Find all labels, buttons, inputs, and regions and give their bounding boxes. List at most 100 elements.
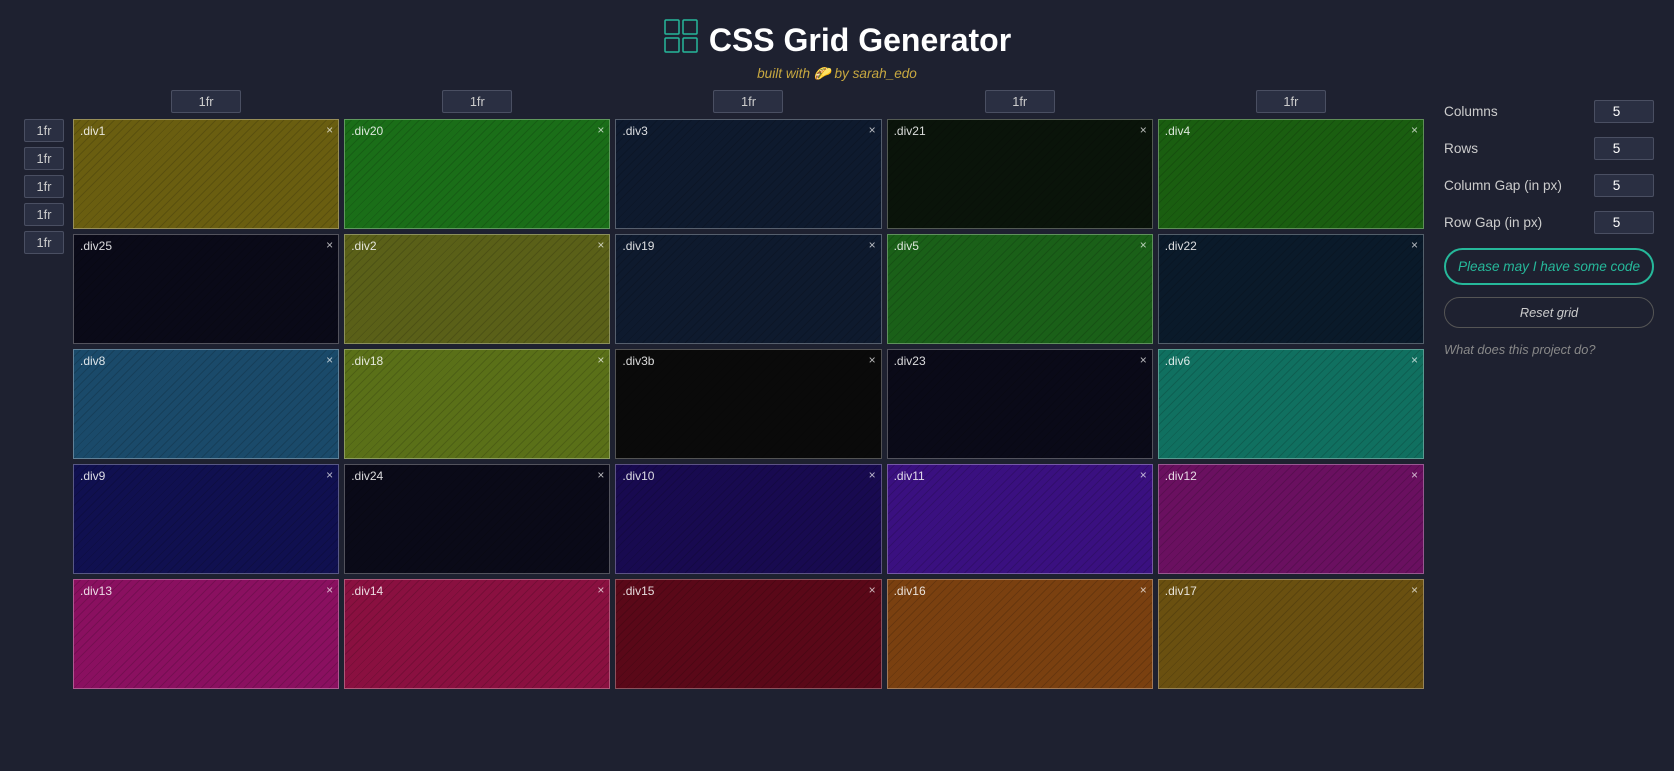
what-does-link[interactable]: What does this project do?	[1444, 342, 1654, 357]
col-gap-label: Column Gap (in px)	[1444, 178, 1562, 193]
grid-cell-div20[interactable]: .div20 ×	[344, 119, 610, 229]
cell-label-div10: .div10	[622, 469, 654, 483]
grid-cell-div8[interactable]: .div8 ×	[73, 349, 339, 459]
cell-label-div21: .div21	[894, 124, 926, 138]
grid-cell-div5[interactable]: .div5 ×	[887, 234, 1153, 344]
close-btn-div5[interactable]: ×	[1140, 238, 1147, 252]
close-btn-div15[interactable]: ×	[869, 583, 876, 597]
col-label-input-1[interactable]	[171, 90, 241, 113]
grid-cell-div12[interactable]: .div12×	[1158, 464, 1424, 574]
cell-label-div19: .div19	[622, 239, 654, 253]
col-label-input-2[interactable]	[442, 90, 512, 113]
row-gap-input[interactable]	[1594, 211, 1654, 234]
row-label-input-5[interactable]	[24, 231, 64, 254]
row-label-input-1[interactable]	[24, 119, 64, 142]
columns-control: Columns	[1444, 100, 1654, 123]
column-labels	[20, 90, 1424, 113]
grid-cell-div3b[interactable]: .div3b×	[615, 349, 881, 459]
row-label-input-3[interactable]	[24, 175, 64, 198]
row-label-1	[20, 119, 68, 142]
close-btn-div16[interactable]: ×	[1140, 583, 1147, 597]
close-btn-div18[interactable]: ×	[597, 353, 604, 367]
grid-cell-div22[interactable]: .div22×	[1158, 234, 1424, 344]
grid-cell-div16[interactable]: .div16 ×	[887, 579, 1153, 689]
grid-cell-div24[interactable]: .div24 ×	[344, 464, 610, 574]
cell-label-div14: .div14	[351, 584, 383, 598]
columns-input[interactable]	[1594, 100, 1654, 123]
grid-cell-div4[interactable]: .div4×	[1158, 119, 1424, 229]
cell-label-div9: .div9	[80, 469, 105, 483]
close-btn-div24[interactable]: ×	[597, 468, 604, 482]
main-area: .div1× .div20 × .div3 × .div21 × .div4× .div25 ×.…	[0, 90, 1674, 689]
rows-input[interactable]	[1594, 137, 1654, 160]
close-btn-div19[interactable]: ×	[869, 238, 876, 252]
page-header: CSS Grid Generator built with 🌮 by sarah…	[0, 0, 1674, 90]
close-btn-div2[interactable]: ×	[597, 238, 604, 252]
close-btn-div14[interactable]: ×	[597, 583, 604, 597]
col-label-input-4[interactable]	[985, 90, 1055, 113]
grid-cell-div25[interactable]: .div25 ×	[73, 234, 339, 344]
close-btn-div1[interactable]: ×	[326, 123, 333, 137]
cell-label-div23: .div23	[894, 354, 926, 368]
grid-cell-div11[interactable]: .div11 ×	[887, 464, 1153, 574]
grid-cell-div23[interactable]: .div23 ×	[887, 349, 1153, 459]
row-label-4	[20, 203, 68, 226]
close-btn-div25[interactable]: ×	[326, 238, 333, 252]
grid-cell-div2[interactable]: .div2 ×	[344, 234, 610, 344]
cell-label-div24: .div24	[351, 469, 383, 483]
col-gap-input[interactable]	[1594, 174, 1654, 197]
col-label-5	[1158, 90, 1424, 113]
row-label-input-4[interactable]	[24, 203, 64, 226]
close-btn-div10[interactable]: ×	[869, 468, 876, 482]
reset-grid-button[interactable]: Reset grid	[1444, 297, 1654, 328]
page-title: CSS Grid Generator	[0, 18, 1674, 62]
close-btn-div20[interactable]: ×	[597, 123, 604, 137]
close-btn-div3[interactable]: ×	[869, 123, 876, 137]
close-btn-div22[interactable]: ×	[1411, 238, 1418, 252]
grid-cell-div10[interactable]: .div10 ×	[615, 464, 881, 574]
row-gap-control: Row Gap (in px)	[1444, 211, 1654, 234]
cell-label-div16: .div16	[894, 584, 926, 598]
rows-control: Rows	[1444, 137, 1654, 160]
grid-cell-div1[interactable]: .div1×	[73, 119, 339, 229]
col-label-input-5[interactable]	[1256, 90, 1326, 113]
grid-cell-div9[interactable]: .div9 ×	[73, 464, 339, 574]
row-gap-label: Row Gap (in px)	[1444, 215, 1542, 230]
grid-section: .div1× .div20 × .div3 × .div21 × .div4× .div25 ×.…	[20, 90, 1424, 689]
grid-cell-div15[interactable]: .div15×	[615, 579, 881, 689]
close-btn-div12[interactable]: ×	[1411, 468, 1418, 482]
close-btn-div11[interactable]: ×	[1140, 468, 1147, 482]
cell-label-div5: .div5	[894, 239, 919, 253]
grid-cell-div3[interactable]: .div3 ×	[615, 119, 881, 229]
cell-label-div8: .div8	[80, 354, 105, 368]
col-label-input-3[interactable]	[713, 90, 783, 113]
cell-label-div6: .div6	[1165, 354, 1190, 368]
close-btn-div3b[interactable]: ×	[869, 353, 876, 367]
cell-label-div25: .div25	[80, 239, 112, 253]
row-labels	[20, 119, 68, 689]
columns-label: Columns	[1444, 104, 1498, 119]
grid-icon	[663, 18, 699, 62]
get-code-button[interactable]: Please may I have some code	[1444, 248, 1654, 285]
grid-cell-div6[interactable]: .div6 ×	[1158, 349, 1424, 459]
close-btn-div17[interactable]: ×	[1411, 583, 1418, 597]
grid-cell-div14[interactable]: .div14 ×	[344, 579, 610, 689]
grid-cell-div19[interactable]: .div19 ×	[615, 234, 881, 344]
close-btn-div6[interactable]: ×	[1411, 353, 1418, 367]
close-btn-div21[interactable]: ×	[1140, 123, 1147, 137]
cell-label-div13: .div13	[80, 584, 112, 598]
close-btn-div8[interactable]: ×	[326, 353, 333, 367]
row-label-input-2[interactable]	[24, 147, 64, 170]
close-btn-div4[interactable]: ×	[1411, 123, 1418, 137]
grid-cell-div17[interactable]: .div17×	[1158, 579, 1424, 689]
cell-label-div11: .div11	[894, 469, 925, 483]
grid-cell-div21[interactable]: .div21 ×	[887, 119, 1153, 229]
close-btn-div23[interactable]: ×	[1140, 353, 1147, 367]
cell-label-div20: .div20	[351, 124, 383, 138]
cell-label-div3: .div3	[622, 124, 647, 138]
grid-cell-div18[interactable]: .div18×	[344, 349, 610, 459]
grid-cell-div13[interactable]: .div13 ×	[73, 579, 339, 689]
cell-label-div2: .div2	[351, 239, 376, 253]
close-btn-div9[interactable]: ×	[326, 468, 333, 482]
close-btn-div13[interactable]: ×	[326, 583, 333, 597]
